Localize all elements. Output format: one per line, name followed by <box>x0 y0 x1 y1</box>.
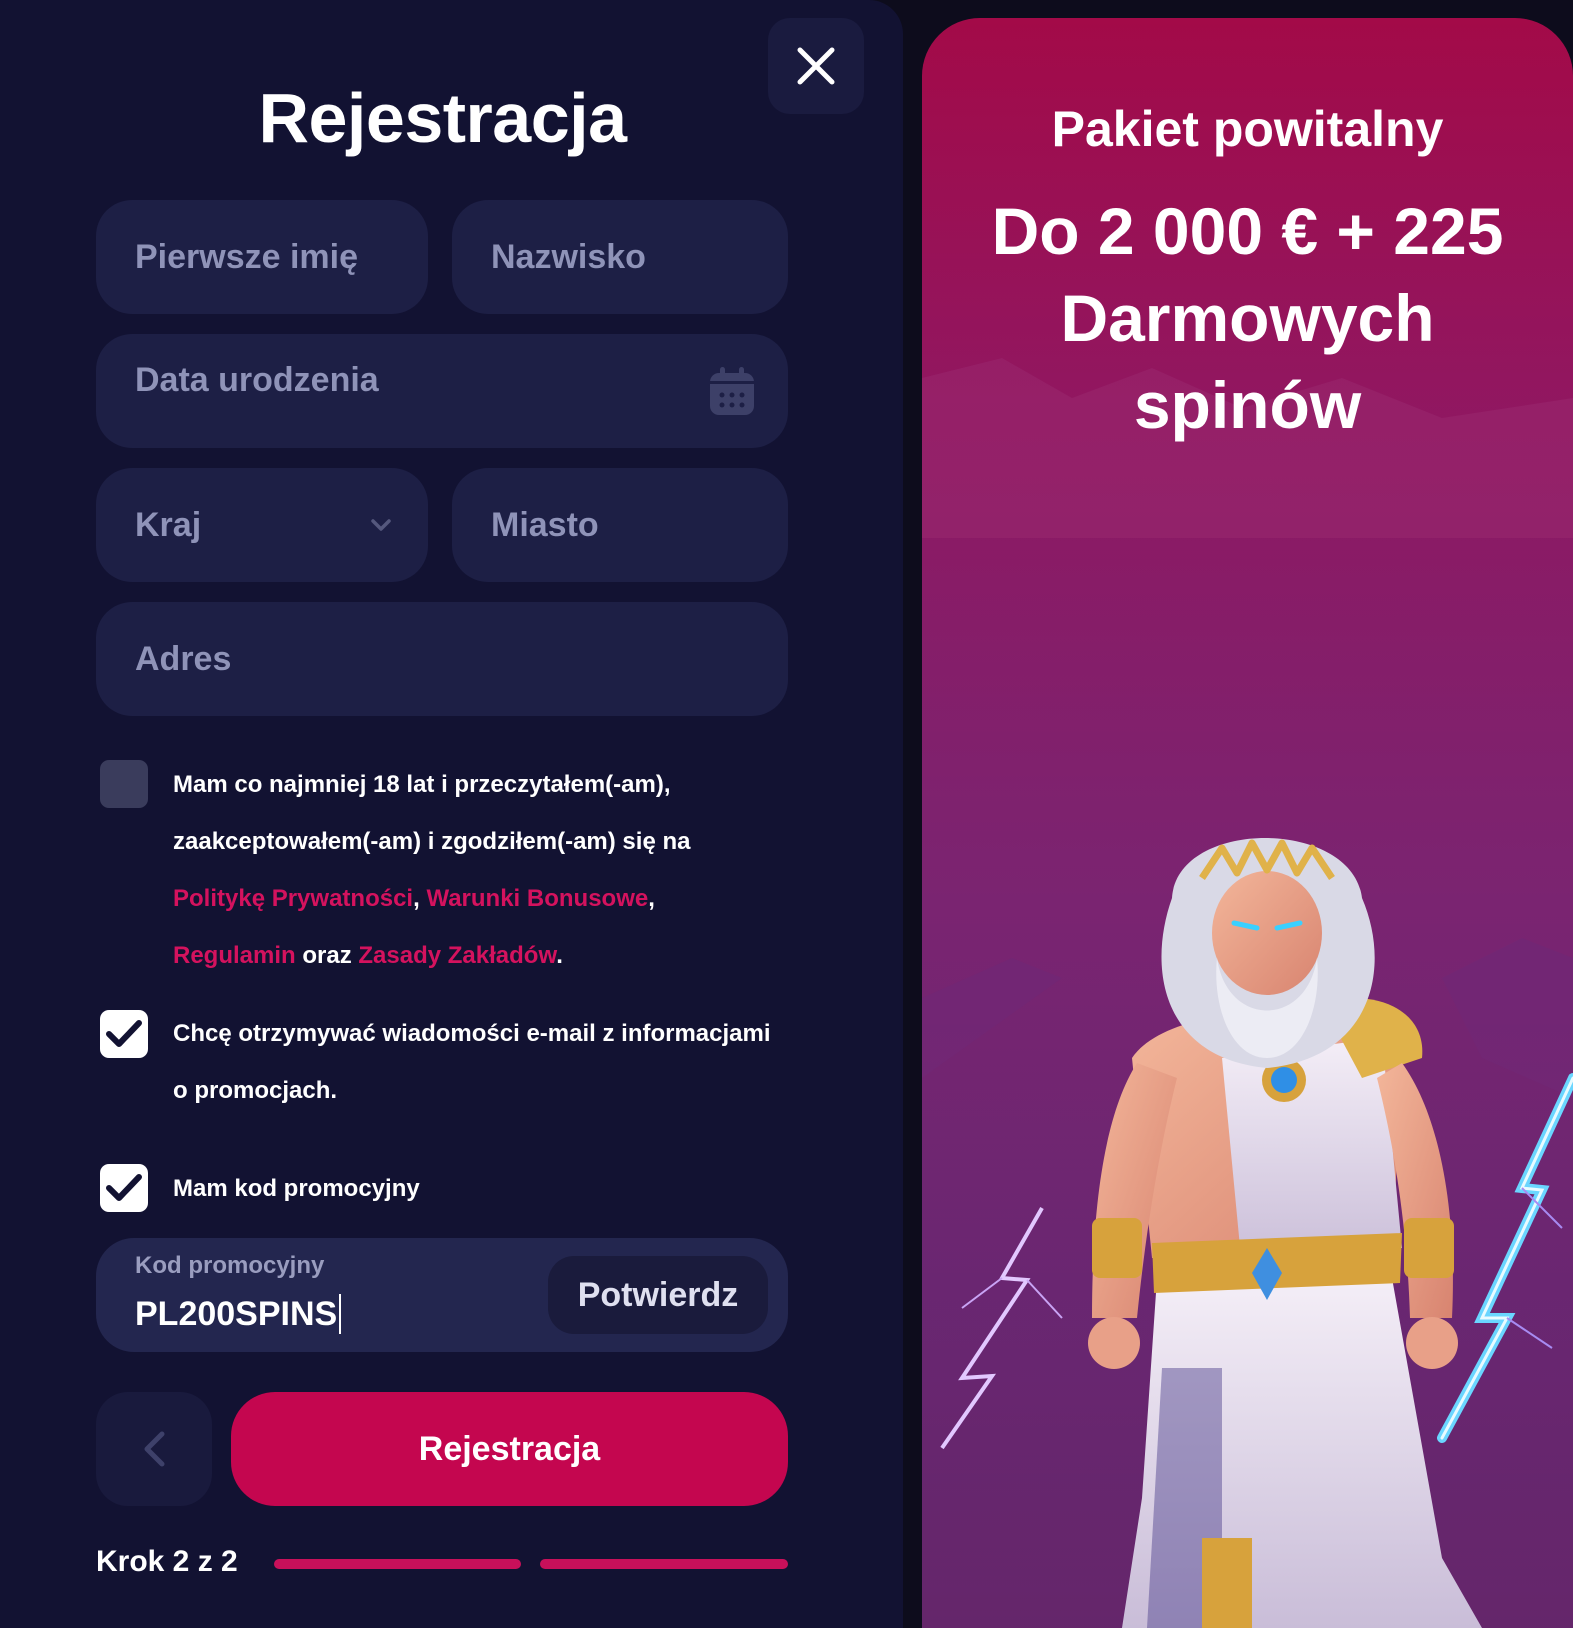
promo-code-field[interactable]: Kod promocyjny PL200SPINS Potwierdz <box>96 1238 788 1352</box>
page-title: Rejestracja <box>258 79 627 157</box>
address-input[interactable]: Adres <box>96 602 788 716</box>
first-name-input[interactable]: Pierwsze imię <box>96 200 428 314</box>
register-button[interactable]: Rejestracja <box>231 1392 788 1506</box>
welcome-bonus-headline: Do 2 000 € + 225 Darmowych spinów <box>922 188 1573 449</box>
newsletter-line2: o promocjach. <box>173 1077 338 1104</box>
promo-code-value: PL200SPINS <box>135 1294 338 1333</box>
welcome-bonus-line1: Do 2 000 € + 225 <box>991 194 1504 268</box>
country-placeholder: Kraj <box>135 505 202 544</box>
welcome-bonus-line3: spinów <box>1133 368 1362 442</box>
newsletter-checkbox[interactable] <box>100 1010 148 1058</box>
first-name-placeholder: Pierwsze imię <box>135 237 359 276</box>
city-input[interactable]: Miasto <box>452 468 788 582</box>
welcome-package-title: Pakiet powitalny <box>1051 101 1444 157</box>
promo-code-toggle-label: Mam kod promocyjny <box>173 1175 420 1202</box>
country-select[interactable]: Kraj <box>96 468 428 582</box>
welcome-bonus-panel: Pakiet powitalny Do 2 000 € + 225 Darmow… <box>922 18 1573 1628</box>
calendar-button[interactable] <box>710 367 754 415</box>
terms-consent-text: Mam co najmniej 18 lat i przeczytałem(-a… <box>173 756 813 984</box>
promo-code-input[interactable]: PL200SPINS <box>135 1294 342 1334</box>
terms-consent-line4: Regulamin oraz Zasady Zakładów. <box>173 927 813 984</box>
step-bar-2 <box>540 1559 788 1569</box>
registration-modal: Rejestracja Pierwsze imię Nazwisko Data … <box>0 0 1573 1628</box>
check-icon <box>106 1020 142 1047</box>
consent-separator: , <box>648 885 655 912</box>
privacy-policy-link[interactable]: Politykę Prywatności <box>173 885 413 912</box>
last-name-placeholder: Nazwisko <box>491 237 646 276</box>
promo-confirm-button[interactable]: Potwierdz <box>548 1256 768 1334</box>
bonus-terms-link[interactable]: Warunki Bonusowe <box>426 885 648 912</box>
consent-and-word: oraz <box>302 942 352 969</box>
consent-end: . <box>556 942 563 969</box>
step-indicator-label: Krok 2 z 2 <box>96 1545 238 1578</box>
terms-consent-line3: Politykę Prywatności, Warunki Bonusowe, <box>173 870 813 927</box>
newsletter-text: Chcę otrzymywać wiadomości e-mail z info… <box>173 1005 813 1119</box>
text-caret <box>339 1294 342 1334</box>
terms-consent-checkbox[interactable] <box>100 760 148 808</box>
betting-rules-link[interactable]: Zasady Zakładów <box>358 942 556 969</box>
terms-consent-line2: zaakceptowałem(-am) i zgodziłem(-am) się… <box>173 828 691 855</box>
chevron-down-icon <box>370 518 392 532</box>
last-name-input[interactable]: Nazwisko <box>452 200 788 314</box>
terms-consent-line1: Mam co najmniej 18 lat i przeczytałem(-a… <box>173 771 671 798</box>
welcome-bonus-line2: Darmowych <box>1060 281 1435 355</box>
consent-separator: , <box>413 885 420 912</box>
calendar-icon <box>710 367 754 415</box>
registration-form-panel: Rejestracja Pierwsze imię Nazwisko Data … <box>0 0 903 1628</box>
chevron-left-icon <box>144 1431 165 1467</box>
address-placeholder: Adres <box>135 639 232 678</box>
terms-link[interactable]: Regulamin <box>173 942 296 969</box>
birth-date-input[interactable]: Data urodzenia <box>96 334 788 448</box>
check-icon <box>106 1174 142 1201</box>
newsletter-line1: Chcę otrzymywać wiadomości e-mail z info… <box>173 1020 771 1047</box>
city-placeholder: Miasto <box>491 505 599 544</box>
birth-date-placeholder: Data urodzenia <box>135 361 379 399</box>
promo-code-label: Kod promocyjny <box>135 1252 325 1279</box>
back-button[interactable] <box>96 1392 212 1506</box>
promo-code-checkbox[interactable] <box>100 1164 148 1212</box>
step-bar-1 <box>274 1559 521 1569</box>
